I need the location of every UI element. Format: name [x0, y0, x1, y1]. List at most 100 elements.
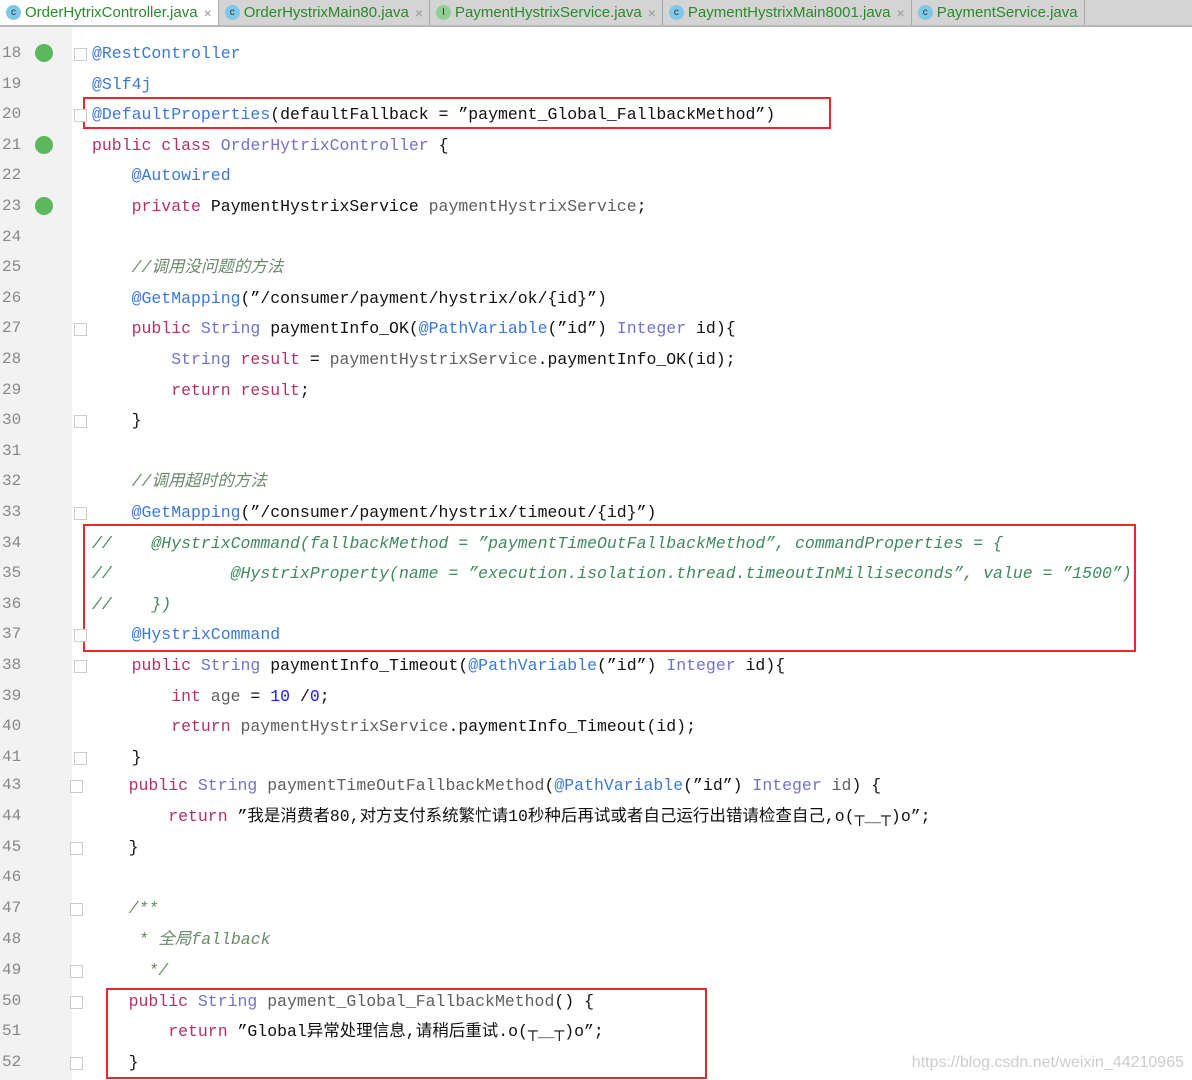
- line-number: 41: [2, 747, 22, 766]
- fold-marker-icon[interactable]: [74, 109, 87, 123]
- code-line: @GetMapping(”/consumer/payment/hystrix/t…: [132, 503, 657, 523]
- close-tab-icon[interactable]: ×: [897, 5, 905, 21]
- tab-4[interactable]: c PaymentService.java: [912, 0, 1085, 25]
- fold-marker-icon[interactable]: [74, 415, 87, 429]
- code-token: ;: [319, 686, 330, 706]
- code-line: }: [132, 748, 142, 768]
- code-line: public String paymentInfo_OK(@PathVariab…: [132, 319, 736, 339]
- fold-marker-icon[interactable]: [70, 1057, 83, 1071]
- code-token: /**: [128, 899, 159, 919]
- code-line: @Slf4j: [92, 75, 151, 95]
- interface-icon: I: [436, 5, 451, 20]
- code-token: (: [544, 776, 555, 795]
- tab-label: OrderHystrixMain80.java: [243, 4, 409, 21]
- code-line: */: [129, 961, 168, 981]
- code-line: return result;: [171, 381, 310, 401]
- line-number: 38: [2, 656, 22, 674]
- fold-marker-icon[interactable]: [70, 841, 83, 855]
- code-token: result: [240, 380, 300, 400]
- code-line: return ”我是消费者80,对方支付系统繁忙请10秒种后再试或者自己运行出错…: [168, 807, 930, 827]
- code-token: String: [200, 319, 271, 339]
- code-token: id){: [745, 656, 786, 675]
- code-token: 10: [270, 686, 300, 706]
- watermark: https://blog.csdn.net/weixin_44210965: [911, 1054, 1184, 1071]
- code-token: @PathVariable: [418, 319, 548, 339]
- tab-0[interactable]: c OrderHytrixController.java ×: [0, 0, 219, 25]
- class-icon: c: [917, 5, 933, 20]
- code-token: @PathVariable: [468, 656, 597, 675]
- line-number: 39: [2, 686, 22, 705]
- fold-marker-icon[interactable]: [74, 323, 87, 337]
- bean-icon[interactable]: [35, 44, 53, 62]
- code-token: @GetMapping: [131, 503, 241, 522]
- close-tab-icon[interactable]: ×: [648, 5, 656, 21]
- fold-marker-icon[interactable]: [74, 660, 87, 673]
- code-token: private: [131, 197, 211, 216]
- code-token: OrderHytrixController: [220, 135, 429, 155]
- code-token: PaymentHystrixService: [210, 197, 429, 216]
- code-token: {: [428, 135, 449, 155]
- line-number: 32: [2, 472, 22, 491]
- code-token: /: [299, 686, 310, 706]
- close-tab-icon[interactable]: ×: [415, 5, 423, 21]
- fold-marker-icon[interactable]: [74, 629, 87, 643]
- code-token: (”/consumer/payment/hystrix/timeout/{id}…: [240, 503, 657, 522]
- code-line: public class OrderHytrixController {: [92, 136, 448, 156]
- code-token: }: [128, 837, 139, 857]
- close-tab-icon[interactable]: ×: [204, 5, 212, 21]
- code-token: return: [171, 380, 241, 400]
- line-number: 44: [2, 806, 22, 825]
- fold-marker-icon[interactable]: [70, 903, 83, 917]
- line-number: 48: [2, 930, 22, 948]
- line-number: 18: [2, 44, 22, 62]
- line-number: 47: [2, 899, 22, 918]
- code-token: (”/consumer/payment/hystrix/ok/{id}”): [240, 288, 607, 308]
- code-token: @Slf4j: [92, 74, 152, 94]
- line-number: 36: [2, 594, 22, 613]
- tab-2[interactable]: I PaymentHystrixService.java ×: [430, 0, 663, 25]
- tab-1[interactable]: c OrderHystrixMain80.java ×: [219, 0, 430, 25]
- code-token: .paymentInfo_Timeout(id);: [448, 717, 696, 737]
- code-token: public: [131, 319, 201, 339]
- code-token: //调用超时的方法: [131, 472, 267, 492]
- code-token: paymentTimeOutFallbackMethod: [267, 776, 545, 795]
- class-bean-icon[interactable]: [35, 135, 53, 154]
- code-line: @RestController: [92, 44, 241, 64]
- code-token: public: [128, 776, 198, 795]
- code-token: @PathVariable: [554, 776, 684, 795]
- code-token: @Autowired: [131, 166, 231, 186]
- code-token: public: [131, 656, 201, 675]
- code-token: @GetMapping: [131, 288, 241, 308]
- tab-label: PaymentService.java: [936, 4, 1078, 21]
- editor-tabs: c OrderHytrixController.java × c OrderHystri…: [0, 0, 1192, 27]
- class-icon: c: [6, 5, 21, 20]
- fold-marker-icon[interactable]: [74, 48, 87, 61]
- run-class-icon: c: [224, 5, 240, 20]
- fold-marker-icon[interactable]: [74, 751, 87, 765]
- code-token: ) {: [851, 776, 882, 795]
- line-number: 19: [2, 74, 22, 93]
- code-token: @RestController: [92, 44, 241, 63]
- line-number: 28: [2, 350, 22, 368]
- line-number: 35: [2, 564, 22, 583]
- fold-marker-icon[interactable]: [70, 780, 83, 793]
- code-line: }: [132, 411, 142, 431]
- tab-label: OrderHytrixController.java: [25, 4, 198, 21]
- fold-marker-icon[interactable]: [70, 964, 83, 978]
- highlight-box-default-properties: [83, 97, 831, 129]
- code-token: * 全局fallback: [128, 930, 271, 949]
- code-token: 0: [309, 686, 320, 706]
- tab-3[interactable]: c PaymentHystrixMain8001.java ×: [663, 0, 912, 25]
- code-line: int age = 10 /0;: [171, 687, 329, 707]
- code-token: String: [171, 350, 241, 369]
- tab-label: PaymentHystrixService.java: [455, 4, 642, 21]
- fold-marker-icon[interactable]: [70, 995, 83, 1009]
- line-number: 51: [2, 1022, 22, 1041]
- line-number: 23: [2, 197, 22, 215]
- tab-label: PaymentHystrixMain8001.java: [687, 4, 891, 21]
- line-number: 33: [2, 503, 22, 521]
- autowired-icon[interactable]: [35, 197, 53, 215]
- code-line: @GetMapping(”/consumer/payment/hystrix/o…: [132, 289, 607, 309]
- code-token: String: [197, 776, 268, 795]
- fold-marker-icon[interactable]: [74, 507, 87, 520]
